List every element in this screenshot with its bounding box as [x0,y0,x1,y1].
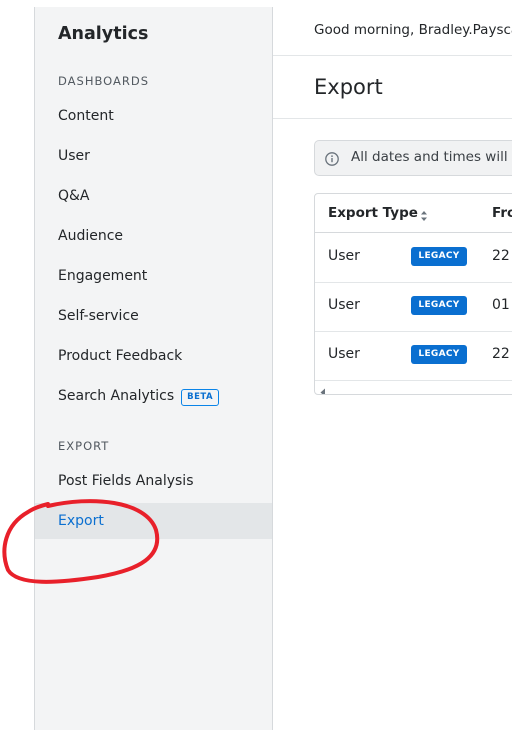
notice-text: All dates and times will b [351,149,512,165]
title-divider [273,118,512,119]
sidebar-item-user[interactable]: User [35,138,272,174]
table-row: User LEGACY 22 [315,233,512,283]
sidebar-item-label: Self-service [58,308,139,324]
sidebar-item-label: User [58,148,90,164]
column-header-from[interactable]: Fro [492,205,512,221]
scroll-left-icon[interactable] [319,382,327,394]
sidebar-item-label: Q&A [58,188,90,204]
sidebar-item-audience[interactable]: Audience [35,218,272,254]
cell-from: 22 [492,346,510,362]
sidebar-item-engagement[interactable]: Engagement [35,258,272,294]
sidebar-item-label: Search Analytics [58,388,175,404]
page-title: Export [314,75,383,99]
cell-export-type: User [328,297,360,313]
app-page: Analytics DASHBOARDS Content User Q&A Au… [0,0,512,730]
main-content: Good morning, Bradley.Paysca Export All … [273,7,512,730]
sidebar-item-label: Product Feedback [58,348,183,364]
section-label-dashboards: DASHBOARDS [58,74,150,88]
greeting-text: Good morning, Bradley.Paysca [314,22,512,38]
timezone-notice: All dates and times will b [314,140,512,176]
sidebar-item-label: Engagement [58,268,148,284]
legacy-badge: LEGACY [411,247,467,266]
legacy-badge: LEGACY [411,296,467,315]
exports-table: Export Type Fro User LEGACY 22 User LEGA… [314,193,512,395]
analytics-sidebar: Analytics DASHBOARDS Content User Q&A Au… [35,7,273,730]
sidebar-item-content[interactable]: Content [35,98,272,134]
table-row: User LEGACY 01 [315,282,512,332]
sidebar-title: Analytics [58,24,149,44]
legacy-badge: LEGACY [411,345,467,364]
sidebar-item-post-fields-analysis[interactable]: Post Fields Analysis [35,463,272,499]
sidebar-item-label: Audience [58,228,124,244]
column-header-export-type[interactable]: Export Type [328,205,418,221]
sidebar-item-qa[interactable]: Q&A [35,178,272,214]
table-header: Export Type Fro [315,194,512,233]
cell-export-type: User [328,346,360,362]
sidebar-item-label: Post Fields Analysis [58,473,194,489]
info-icon [325,151,339,166]
sidebar-item-product-feedback[interactable]: Product Feedback [35,338,272,374]
beta-badge: BETA [181,389,220,406]
cell-from: 22 [492,248,510,264]
section-label-export: EXPORT [58,439,110,453]
sidebar-item-label: Content [58,108,114,124]
top-bar: Good morning, Bradley.Paysca [273,7,512,56]
sort-icon[interactable] [419,207,429,221]
sidebar-item-self-service[interactable]: Self-service [35,298,272,334]
cell-from: 01 [492,297,510,313]
cell-export-type: User [328,248,360,264]
sidebar-item-export[interactable]: Export [35,503,272,539]
sidebar-item-label: Export [58,513,104,529]
sidebar-item-search-analytics[interactable]: Search Analytics BETA [35,378,272,414]
table-row: User LEGACY 22 [315,331,512,381]
